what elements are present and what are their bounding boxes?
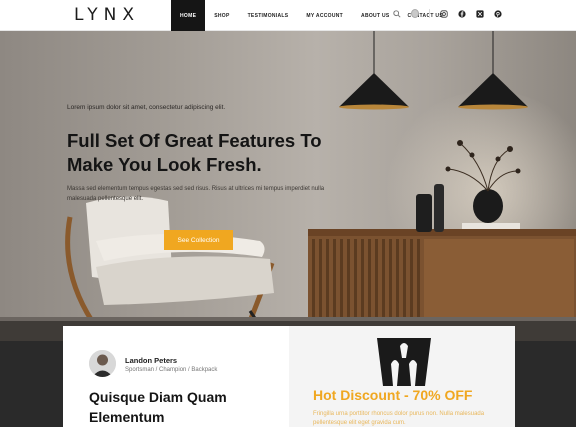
promo-title: Hot Discount - 70% OFF [313, 387, 473, 403]
promo-description: Fringilla urna porttitor rhoncus dolor p… [313, 411, 485, 426]
vase-slim-black [434, 184, 444, 232]
pinterest-icon[interactable] [494, 9, 502, 18]
promo-vase-image [369, 336, 439, 391]
vase-round-black [473, 189, 503, 223]
testimonial-title: Quisque Diam Quam Elementum [89, 389, 227, 425]
testimonial-person-name: Landon Peters [125, 356, 178, 365]
hero-description: Massa sed elementum tempus egestas sed s… [67, 186, 325, 202]
testimonial-person-role: Sportsman / Champion / Backpack [125, 367, 218, 373]
instagram-icon[interactable] [440, 9, 448, 18]
hero-section: Lorem ipsum dolor sit amet, consectetur … [0, 31, 576, 341]
nav-item-home[interactable]: HOME [171, 0, 206, 31]
chair-seat [96, 256, 274, 305]
see-collection-button[interactable]: See Collection [164, 230, 233, 250]
nav-divider [429, 9, 430, 18]
promo-card: Hot Discount - 70% OFF Fringilla urna po… [289, 326, 515, 427]
testimonial-card: Landon Peters Sportsman / Champion / Bac… [63, 326, 289, 427]
search-icon[interactable] [393, 9, 401, 18]
brand-logo[interactable]: LYNX [74, 5, 140, 25]
lamp-shade-right [458, 73, 528, 107]
lamp-rim-left [339, 104, 409, 110]
lamp-rim-right [458, 104, 528, 110]
branch-pods [445, 140, 521, 174]
user-icon[interactable] [411, 9, 419, 18]
nav-item-shop[interactable]: SHOP [205, 0, 238, 31]
sideboard-door [424, 239, 574, 319]
books-stack [462, 223, 520, 229]
x-twitter-icon[interactable] [476, 9, 484, 18]
lamp-shade-left [339, 73, 409, 107]
hero-kicker: Lorem ipsum dolor sit amet, consectetur … [67, 104, 226, 111]
vase-tall-black [416, 194, 432, 232]
top-navbar: LYNX HOME SHOP TESTIMONIALS MY ACCOUNT A… [0, 0, 576, 31]
facebook-icon[interactable] [458, 9, 466, 18]
nav-item-about-us[interactable]: ABOUT US [352, 0, 399, 31]
nav-icon-group [393, 9, 502, 18]
avatar [89, 350, 116, 377]
nav-item-my-account[interactable]: MY ACCOUNT [297, 0, 352, 31]
nav-item-testimonials[interactable]: TESTIMONIALS [239, 0, 298, 31]
hero-title: Full Set Of Great Features To Make You L… [67, 130, 322, 175]
